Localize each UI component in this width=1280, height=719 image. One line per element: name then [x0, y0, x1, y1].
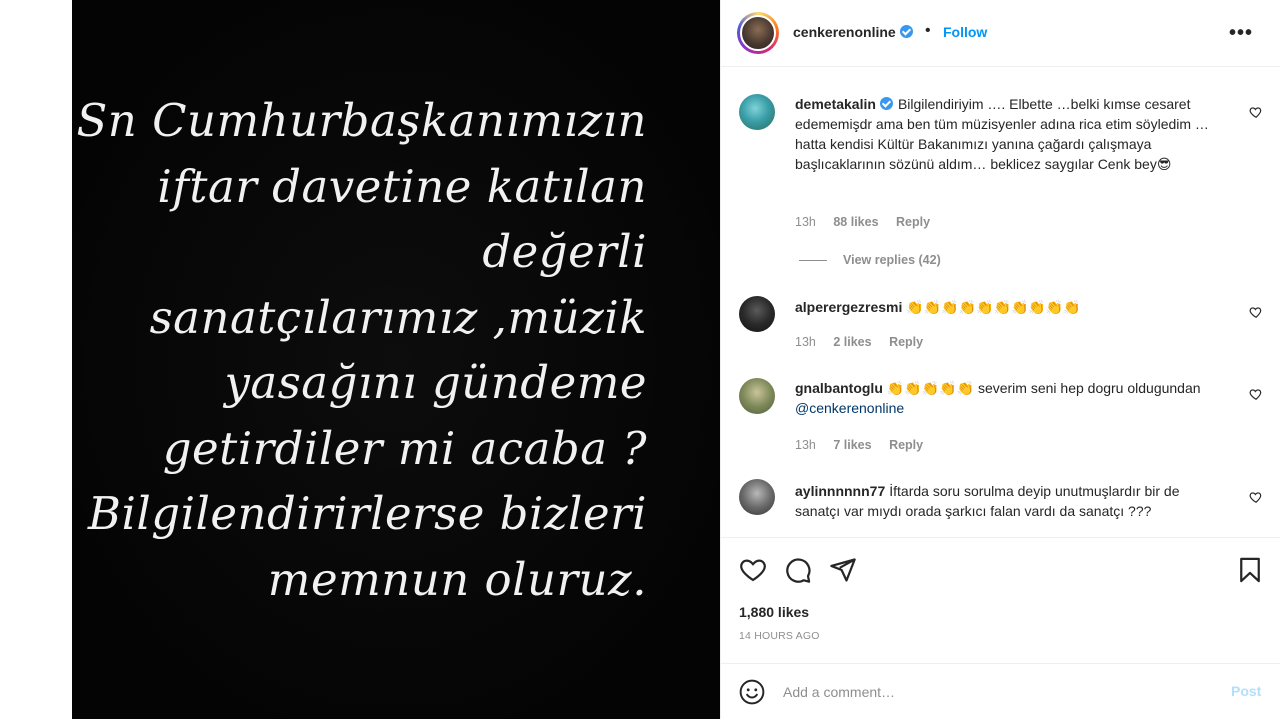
verified-badge-icon: [879, 97, 893, 110]
comment-body: demetakalin Bilgilendiriyim …. Elbette …b…: [795, 94, 1225, 174]
author-avatar[interactable]: [740, 15, 776, 51]
image-text-line: getirdiler mi acaba ?: [162, 421, 647, 475]
comment-icon[interactable]: [784, 556, 812, 584]
mention-link[interactable]: @cenkerenonline: [795, 400, 904, 416]
like-comment-heart-icon[interactable]: [1249, 387, 1263, 401]
verified-badge-icon: [899, 25, 913, 38]
image-text-line: sanatçılarımız ,müzik: [149, 290, 647, 344]
comment-body: gnalbantoglu 👏👏👏👏👏 severim seni hep dogru…: [795, 378, 1225, 418]
commenter-avatar[interactable]: [739, 378, 775, 414]
comment-likes[interactable]: 7 likes: [833, 438, 871, 452]
view-replies-button[interactable]: View replies (42): [799, 253, 941, 267]
commenter-username[interactable]: demetakalin: [795, 96, 876, 112]
post-header: cenkerenonline • Follow •••: [721, 0, 1280, 67]
author-username[interactable]: cenkerenonline: [793, 24, 896, 40]
more-options-icon[interactable]: •••: [1229, 22, 1253, 45]
commenter-username[interactable]: aylinnnnnn77: [795, 483, 885, 499]
post-side-panel: cenkerenonline • Follow ••• demetakalin B…: [720, 0, 1280, 719]
commenter-avatar[interactable]: [739, 479, 775, 515]
commenter-avatar[interactable]: [739, 296, 775, 332]
add-comment-bar: Post: [721, 663, 1280, 719]
comment-body: alperergezresmi 👏👏👏👏👏👏👏👏👏👏: [795, 297, 1225, 317]
comment-input[interactable]: [783, 680, 1203, 704]
emoji-icon[interactable]: [739, 679, 765, 705]
author-username-row[interactable]: cenkerenonline: [793, 24, 913, 40]
share-icon[interactable]: [829, 556, 857, 584]
comment-text: 👏👏👏👏👏 severim seni hep dogru oldugundan: [886, 380, 1201, 396]
post-timestamp[interactable]: 14 HOURS AGO: [739, 630, 820, 642]
image-text-line: Bilgilendirirlerse bizleri: [87, 487, 647, 540]
image-text-line: memnun oluruz.: [267, 552, 647, 606]
reply-button[interactable]: Reply: [896, 215, 930, 229]
comment-meta: 13h 7 likes Reply: [795, 438, 937, 452]
commenter-username[interactable]: alperergezresmi: [795, 299, 902, 315]
post-comment-button[interactable]: Post: [1231, 683, 1261, 699]
view-replies-label[interactable]: View replies (42): [843, 253, 941, 267]
like-comment-heart-icon[interactable]: [1249, 305, 1263, 319]
image-text-line: yasağını gündeme: [224, 356, 647, 409]
replies-divider: [799, 260, 827, 262]
follow-button[interactable]: Follow: [943, 24, 987, 40]
comment-likes[interactable]: 2 likes: [833, 335, 871, 349]
comments-list[interactable]: demetakalin Bilgilendiriyim …. Elbette …b…: [721, 67, 1280, 537]
comment-text: 👏👏👏👏👏👏👏👏👏👏: [906, 299, 1081, 315]
separator-dot: •: [925, 22, 931, 39]
image-text-line: değerli: [482, 225, 647, 278]
comment-meta: 13h 88 likes Reply: [795, 215, 944, 229]
reply-button[interactable]: Reply: [889, 335, 923, 349]
post-likes-count[interactable]: 1,880 likes: [739, 604, 809, 620]
heart-icon[interactable]: [739, 556, 767, 584]
author-avatar-ring[interactable]: [737, 12, 779, 54]
comment-time[interactable]: 13h: [795, 438, 816, 452]
post-image-text: Sn Cumhurbaşkanımızın iftar davetine kat…: [72, 88, 647, 612]
image-text-line: iftar davetine katılan: [157, 159, 647, 213]
comment-time[interactable]: 13h: [795, 335, 816, 349]
commenter-avatar[interactable]: [739, 94, 775, 130]
commenter-username[interactable]: gnalbantoglu: [795, 380, 883, 396]
comment-likes[interactable]: 88 likes: [833, 215, 878, 229]
like-comment-heart-icon[interactable]: [1249, 105, 1263, 119]
bookmark-icon[interactable]: [1236, 556, 1264, 584]
image-text-line: Sn Cumhurbaşkanımızın: [76, 94, 647, 147]
like-comment-heart-icon[interactable]: [1249, 490, 1263, 504]
post-media: Sn Cumhurbaşkanımızın iftar davetine kat…: [0, 0, 720, 719]
comment-time[interactable]: 13h: [795, 215, 816, 229]
post-actions: 1,880 likes 14 HOURS AGO: [721, 537, 1280, 657]
reply-button[interactable]: Reply: [889, 438, 923, 452]
comment-body: aylinnnnnn77 İftarda soru sorulma deyip u…: [795, 481, 1225, 521]
comment-meta: 13h 2 likes Reply: [795, 335, 937, 349]
